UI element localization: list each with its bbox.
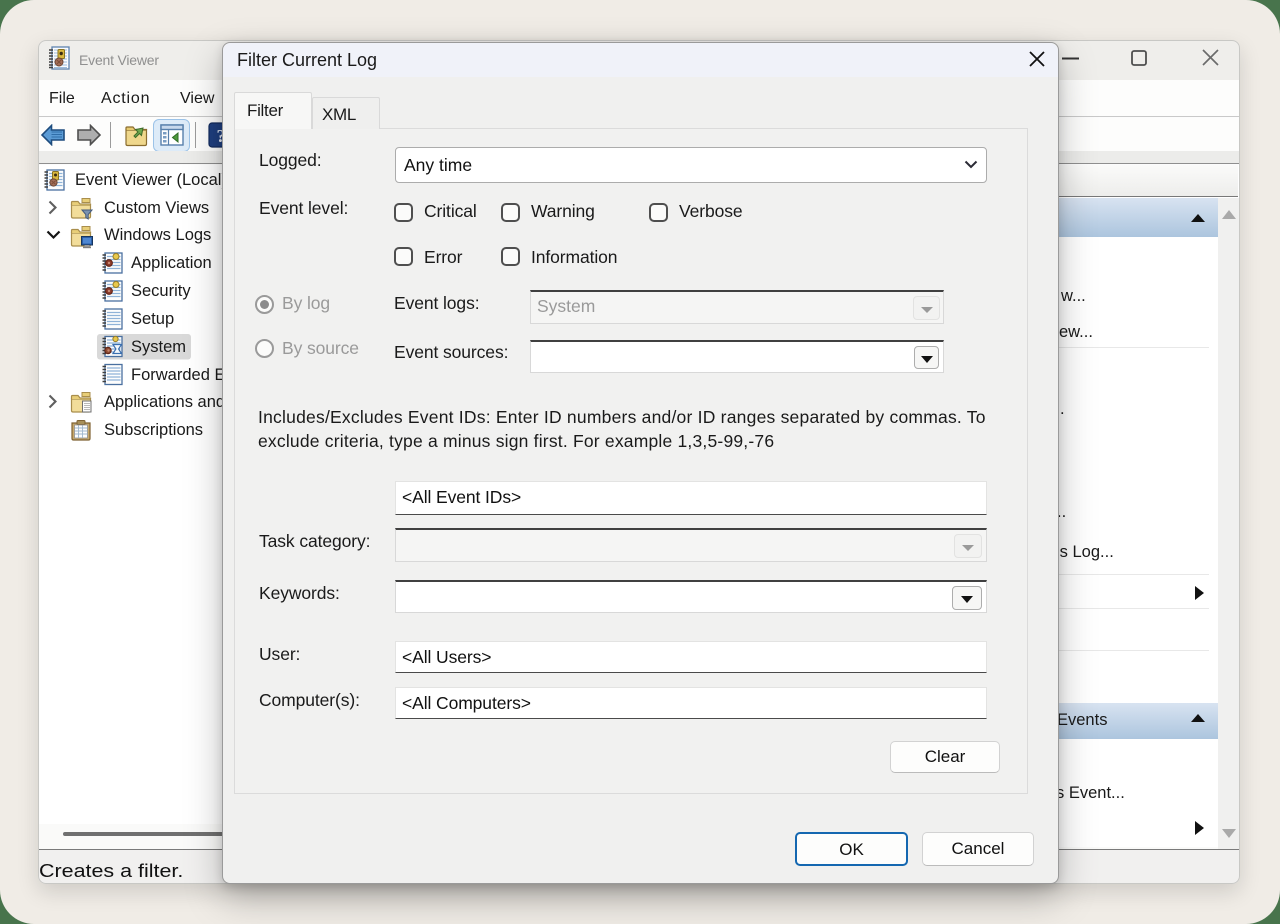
svg-text:Windows Logs: Windows Logs xyxy=(104,226,211,244)
svg-text:Event Viewer (Local): Event Viewer (Local) xyxy=(75,171,227,189)
svg-text:Security: Security xyxy=(131,282,191,300)
svg-text:System: System xyxy=(131,338,186,356)
svg-text:Setup: Setup xyxy=(131,310,174,328)
svg-text:Subscriptions: Subscriptions xyxy=(104,421,203,439)
svg-text:Application: Application xyxy=(131,254,212,272)
svg-text:Custom Views: Custom Views xyxy=(104,199,209,217)
